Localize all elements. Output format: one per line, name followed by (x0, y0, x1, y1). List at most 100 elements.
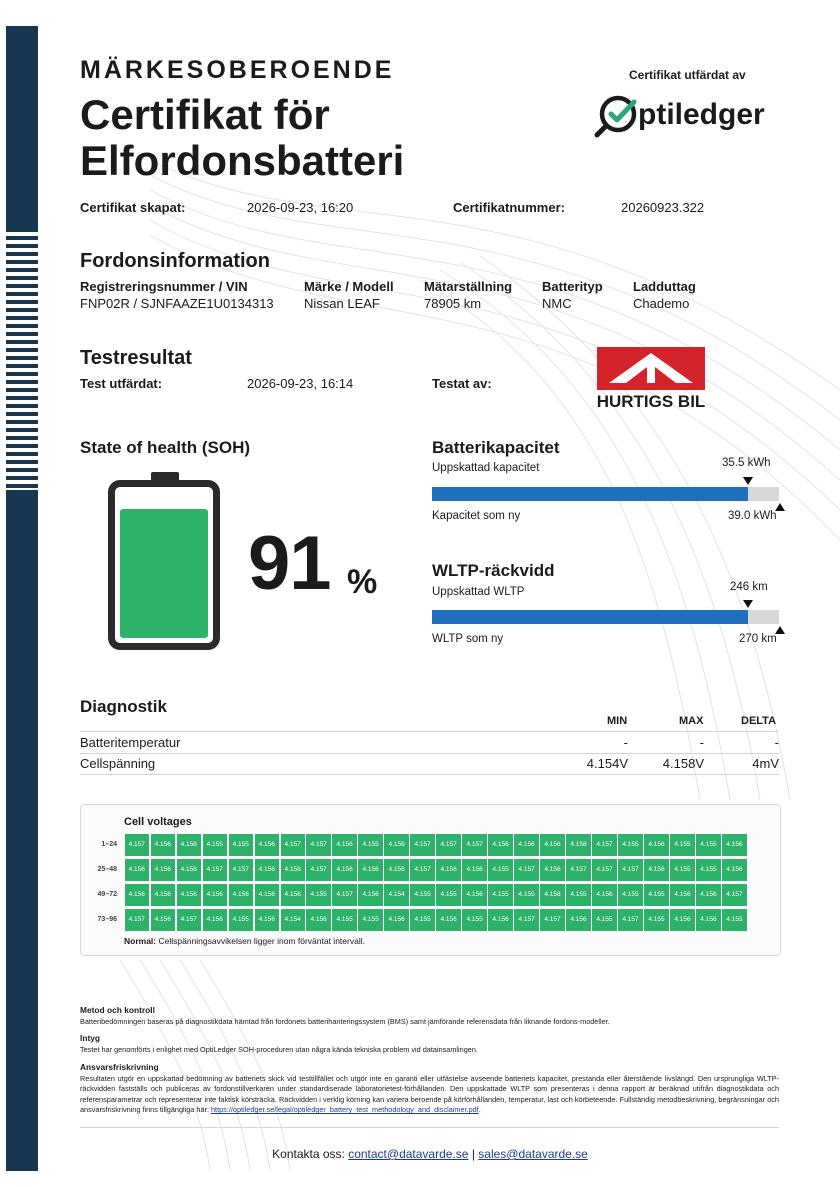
diag-row-temp-max: - (699, 735, 704, 750)
cell-voltage: 4.157 (618, 909, 643, 931)
cell-voltage: 4.155 (202, 834, 227, 856)
cell-voltage: 4.156 (670, 884, 695, 906)
cell-row: 25–48 4.156 4.156 4.156 4.157 4.157 4.156 4.156… (81, 859, 747, 881)
make-model-label: Märke / Modell (304, 279, 394, 294)
vin-value: FNP02R / SJNFAAZE1U0134313 (80, 296, 274, 311)
cell-voltage: 4.156 (462, 884, 487, 906)
test-issued-label: Test utfärdat: (80, 376, 163, 391)
battery-fill (120, 509, 208, 638)
battery-body (108, 480, 220, 650)
capacity-bar (432, 487, 779, 501)
cell-voltage: 4.156 (696, 909, 721, 931)
cell-voltage: 4.156 (176, 834, 201, 856)
created-value: 2026-09-23, 16:20 (247, 200, 354, 215)
cell-voltage: 4.157 (124, 909, 149, 931)
cell-voltage: 4.155 (592, 909, 617, 931)
soh-heading: State of health (SOH) (80, 438, 251, 457)
diagnostics-heading: Diagnostik (80, 697, 167, 716)
hurtigs-bil-logo-box (597, 347, 705, 390)
cell-voltage: 4.155 (618, 884, 643, 906)
cell-voltage: 4.157 (124, 834, 149, 856)
capacity-new-value: 39.0 kWh (728, 510, 777, 522)
cell-voltage: 4.155 (514, 884, 539, 906)
disclaimer-link[interactable]: https://optiledger.se/legal/optiledger_b… (211, 1105, 479, 1114)
odometer-value: 78905 km (424, 296, 482, 311)
wltp-heading: WLTP-räckvidd (432, 561, 555, 580)
cell-voltage: 4.155 (696, 834, 721, 856)
cell-voltage: 4.156 (722, 834, 747, 856)
cell-voltages-grid: 1–24 4.157 4.156 4.156 4.155 4.155 4.156 4.157 4… (81, 834, 747, 931)
vehicle-heading: Fordonsinformation (80, 250, 270, 272)
cell-voltage: 4.156 (514, 834, 539, 856)
cell-voltage: 4.157 (436, 834, 461, 856)
road-sign-icon (609, 353, 693, 383)
cell-voltage: 4.156 (358, 859, 383, 881)
cell-row-label: 49–72 (97, 891, 117, 898)
cell-voltage: 4.158 (540, 884, 565, 906)
cell-voltage: 4.158 (566, 834, 591, 856)
wltp-bar-fill (432, 610, 748, 624)
diagnostics-col-delta: DELTA (741, 715, 777, 727)
diagnostics-col-min: MIN (607, 715, 628, 727)
test-issued-value: 2026-09-23, 16:14 (247, 376, 354, 391)
cell-voltage: 4.156 (254, 834, 279, 856)
cell-voltage: 4.156 (592, 884, 617, 906)
cell-voltages-note-text: Cellspänningsavvikelsen ligger inom förv… (156, 936, 365, 946)
cell-voltage: 4.156 (332, 834, 357, 856)
soh-unit: % (347, 563, 378, 601)
cell-voltage: 4.155 (696, 859, 721, 881)
certificate-kicker: MÄRKESOBEROENDE (80, 56, 395, 84)
disclaimer-heading: Ansvarsfriskrivning (80, 1061, 159, 1072)
cell-voltage: 4.155 (332, 909, 357, 931)
contact-email-link[interactable]: contact@datavarde.se (348, 1147, 468, 1161)
optiledger-logo-text: ptiledger (638, 98, 765, 131)
diag-row-temp-min: - (623, 735, 628, 750)
cell-voltages-note-status: Normal: (124, 936, 157, 946)
disclaimer-end: . (478, 1105, 481, 1115)
cell-voltage: 4.156 (436, 909, 461, 931)
cell-voltage: 4.156 (254, 884, 279, 906)
cell-voltage: 4.156 (436, 859, 461, 881)
cell-voltage: 4.156 (176, 859, 201, 881)
cell-voltage: 4.156 (254, 859, 279, 881)
diagnostics-col-max: MAX (679, 715, 704, 727)
cell-voltage: 4.156 (306, 909, 331, 931)
cell-row-label: 25–48 (97, 866, 117, 873)
cell-voltage: 4.156 (280, 859, 305, 881)
certificate-title-line2: Elfordonsbatteri (80, 137, 405, 184)
cell-voltage: 4.156 (644, 834, 669, 856)
cell-voltages-title: Cell voltages (124, 816, 192, 828)
cell-voltage: 4.157 (462, 834, 487, 856)
wltp-estimated-label: Uppskattad WLTP (432, 586, 525, 598)
cell-voltage: 4.157 (306, 834, 331, 856)
cell-voltage: 4.157 (540, 909, 565, 931)
sales-email-link[interactable]: sales@datavarde.se (478, 1147, 588, 1161)
issued-by-label: Certifikat utfärdat av (629, 68, 746, 82)
diagnostics-divider (80, 731, 779, 732)
cell-voltage: 4.155 (410, 909, 435, 931)
optiledger-magnifier-icon (594, 95, 637, 138)
cell-voltage: 4.156 (202, 909, 227, 931)
vin-label: Registreringsnummer / VIN (80, 279, 248, 294)
optiledger-logo: ptiledger (592, 94, 792, 140)
cell-voltage: 4.155 (618, 834, 643, 856)
cell-voltage: 4.156 (150, 859, 175, 881)
certificate-number-value: 20260923.322 (621, 200, 705, 215)
cell-voltage: 4.156 (644, 859, 669, 881)
cell-voltage: 4.157 (592, 834, 617, 856)
wltp-estimated-marker (743, 600, 753, 608)
make-model-value: Nissan LEAF (304, 296, 380, 311)
wltp-estimated-value: 246 km (730, 581, 768, 593)
hurtigs-bil-logo-text: HURTIGS BIL (596, 392, 706, 411)
battery-type-label: Batterityp (542, 279, 603, 294)
wltp-new-label: WLTP som ny (432, 633, 504, 645)
diag-row-cell-max: 4.158V (662, 756, 704, 771)
cell-voltage: 4.156 (150, 909, 175, 931)
cell-voltage: 4.157 (410, 859, 435, 881)
cell-voltage: 4.157 (514, 909, 539, 931)
diagnostics-bottom-divider (80, 774, 779, 775)
cell-row-label: 73–96 (97, 916, 117, 923)
contact-line: Kontakta oss: contact@datavarde.se | sal… (0, 1147, 840, 1161)
wltp-bar (432, 610, 779, 624)
cell-voltage: 4.157 (618, 859, 643, 881)
